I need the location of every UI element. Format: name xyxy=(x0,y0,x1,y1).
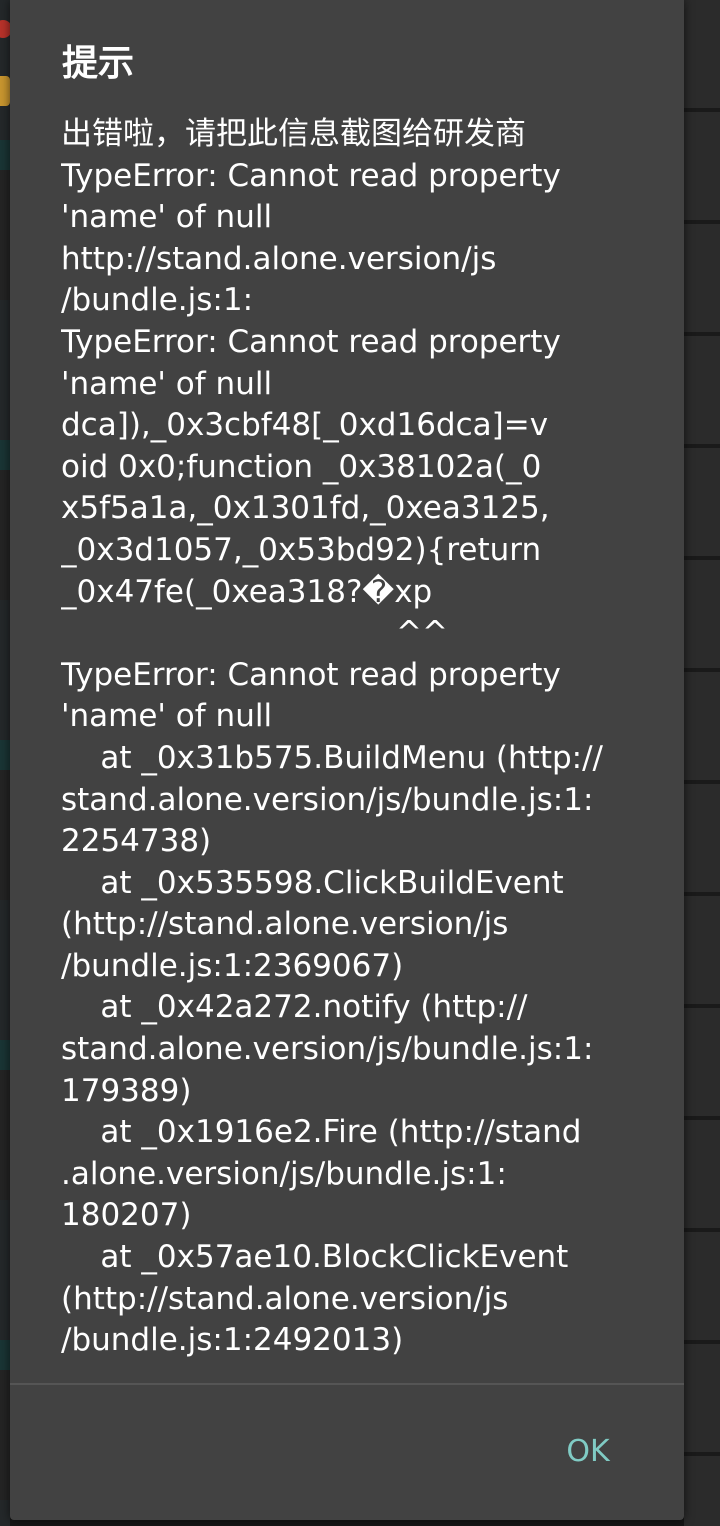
message-line: 'name' of null xyxy=(61,199,273,236)
message-line: at _0x31b575.BuildMenu (http:// xyxy=(61,739,603,776)
message-line: TypeError: Cannot read property xyxy=(61,656,561,693)
message-line: 出错啦，请把此信息截图给研发商 xyxy=(61,116,526,152)
message-line: at _0x1916e2.Fire (http://stand xyxy=(61,1114,582,1151)
message-line: 'name' of null xyxy=(61,698,273,735)
message-line: /bundle.js:1: xyxy=(61,282,254,319)
message-line: TypeError: Cannot read property xyxy=(61,323,561,360)
dialog-divider xyxy=(10,1383,684,1385)
message-line: 179389) xyxy=(61,1072,192,1109)
message-line: http://stand.alone.version/js xyxy=(61,240,497,277)
message-line: x5f5a1a,_0x1301fd,_0xea3125, xyxy=(61,490,550,527)
error-message[interactable]: 出错啦，请把此信息截图给研发商 TypeError: Cannot read p… xyxy=(61,114,645,1384)
message-line: /bundle.js:1:2369067) xyxy=(61,947,404,984)
message-line: 'name' of null xyxy=(61,365,273,402)
message-line: 180207) xyxy=(61,1197,192,1234)
message-line: _0x47fe(_0xea318?�xp xyxy=(61,573,433,610)
message-line: TypeError: Cannot read property xyxy=(61,157,561,194)
message-line: dca]),_0x3cbf48[_0xd16dca]=v xyxy=(61,407,549,444)
message-line: at _0x42a272.notify (http:// xyxy=(61,989,528,1026)
message-line: oid 0x0;function _0x38102a(_0 xyxy=(61,448,542,485)
message-line: stand.alone.version/js/bundle.js:1: xyxy=(61,1031,594,1068)
message-line: stand.alone.version/js/bundle.js:1: xyxy=(61,781,594,818)
message-line: at _0x57ae10.BlockClickEvent xyxy=(61,1239,569,1276)
message-line: /bundle.js:1:2492013) xyxy=(61,1322,404,1359)
dialog-title: 提示 xyxy=(62,43,135,84)
message-line: (http://stand.alone.version/js xyxy=(61,1280,509,1317)
message-line: at _0x535598.ClickBuildEvent xyxy=(61,864,564,901)
message-line: 2254738) xyxy=(61,823,212,860)
background-game-board-right xyxy=(684,0,720,1526)
message-line: (http://stand.alone.version/js xyxy=(61,906,509,943)
message-line: _0x3d1057,_0x53bd92){return xyxy=(61,531,542,568)
message-line: .alone.version/js/bundle.js:1: xyxy=(61,1155,507,1192)
error-dialog: 提示 出错啦，请把此信息截图给研发商 TypeError: Cannot rea… xyxy=(10,0,684,1520)
ok-button[interactable]: OK xyxy=(548,1420,628,1484)
message-line: ^^ xyxy=(61,615,448,652)
background-game-board-left xyxy=(0,0,10,1526)
background-gold-badge xyxy=(0,76,10,106)
